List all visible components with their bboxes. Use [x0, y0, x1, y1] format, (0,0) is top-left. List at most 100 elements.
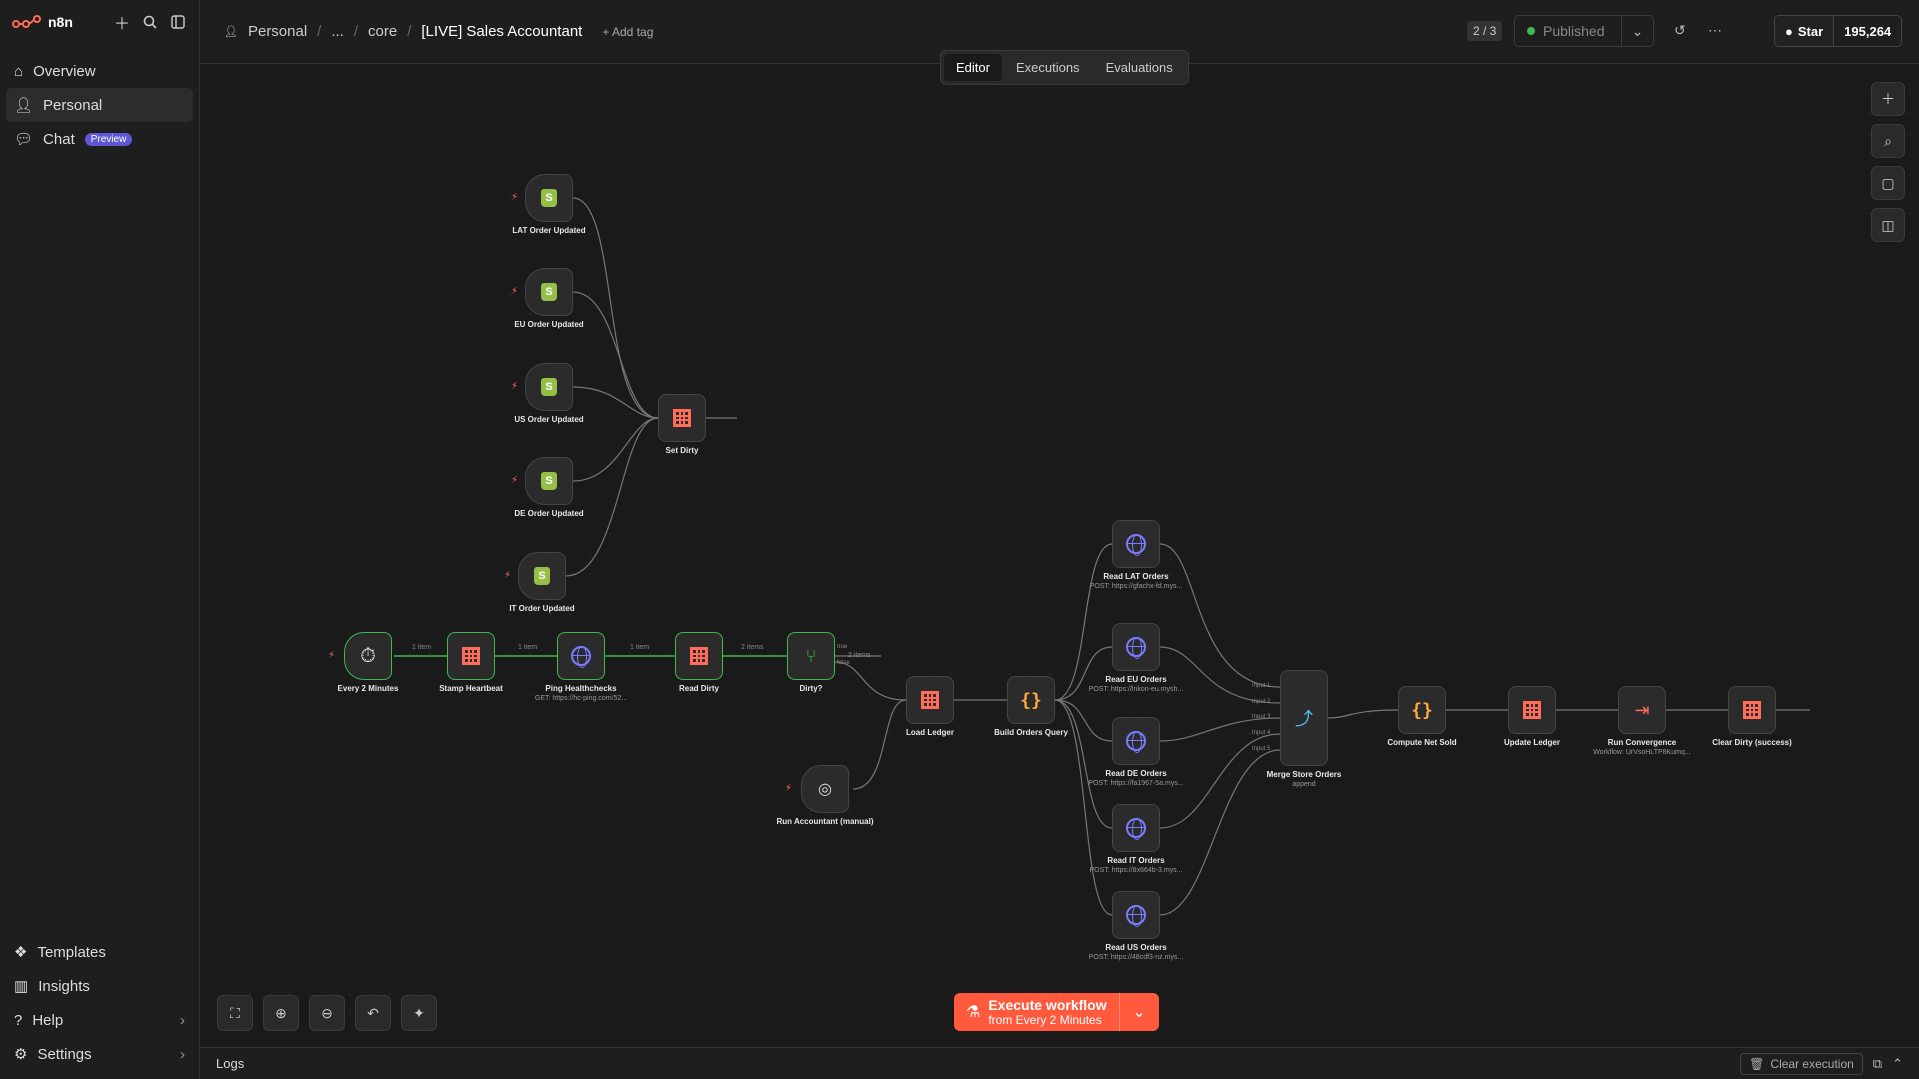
node-build-orders-query[interactable]: {}: [1007, 676, 1055, 724]
false-output-label: false: [837, 660, 850, 666]
node-subtitle: POST: https://48cdf3-nz.mys...: [1088, 954, 1184, 961]
chevron-down-icon[interactable]: ⌄: [1621, 16, 1653, 46]
sidebar-item-chat[interactable]: 💬︎ Chat Preview: [6, 122, 193, 156]
sidebar: n8n ＋ ⌂ Overview 👤︎ Personal 💬︎ Chat Pre…: [0, 0, 200, 1079]
zoom-out-icon: ⊖: [321, 1004, 333, 1021]
breadcrumb-core[interactable]: core: [368, 23, 397, 40]
tab-evaluations[interactable]: Evaluations: [1094, 54, 1185, 81]
node-read-it-orders[interactable]: [1112, 804, 1160, 852]
fit-view-button[interactable]: ⛶: [217, 995, 253, 1031]
node-compute-net-sold[interactable]: {}: [1398, 686, 1446, 734]
sheet-icon: [1743, 701, 1761, 719]
node-run-convergence[interactable]: ⇥: [1618, 686, 1666, 734]
logs-bar[interactable]: Logs 🗑︎ Clear execution ⧉ ⌃: [200, 1047, 1919, 1079]
node-read-de-orders[interactable]: [1112, 717, 1160, 765]
zoom-in-button[interactable]: ⊕: [263, 995, 299, 1031]
execute-workflow-button[interactable]: ⚗ Execute workflow from Every 2 Minutes …: [954, 993, 1159, 1031]
node-update-ledger[interactable]: [1508, 686, 1556, 734]
collapse-sidebar-icon[interactable]: [169, 13, 187, 31]
breadcrumb-ellipsis[interactable]: ...: [331, 23, 344, 40]
sidebar-item-settings[interactable]: ⚙ Settings ›: [6, 1037, 193, 1071]
clear-execution-button[interactable]: 🗑︎ Clear execution: [1740, 1052, 1863, 1075]
execute-label: Execute workflow: [988, 997, 1107, 1013]
workflow-canvas[interactable]: 1 item 1 item 1 item 2 items 2 items tru…: [200, 64, 1919, 1047]
node-merge-store-orders[interactable]: ⤴: [1280, 670, 1328, 766]
published-button[interactable]: Published ⌄: [1514, 15, 1654, 47]
node-subtitle: POST: https://gfachx-fd.mys...: [1089, 583, 1183, 590]
preview-badge: Preview: [84, 132, 133, 146]
sidebar-item-label: Settings: [37, 1045, 92, 1063]
tidy-up-button[interactable]: ✦: [401, 995, 437, 1031]
node-clear-dirty[interactable]: [1728, 686, 1776, 734]
node-dirty-if[interactable]: ⑂: [787, 632, 835, 680]
node-read-eu-orders[interactable]: [1112, 623, 1160, 671]
node-subtitle: POST: https://8x664b-3.mys...: [1089, 867, 1183, 874]
sidebar-header: n8n ＋: [0, 0, 199, 44]
node-read-lat-orders[interactable]: [1112, 520, 1160, 568]
sheet-icon: [462, 647, 480, 665]
node-label: DE Order Updated: [514, 509, 584, 518]
chevron-up-icon[interactable]: ⌃: [1892, 1056, 1903, 1072]
n8n-logo[interactable]: n8n: [12, 14, 103, 30]
zoom-out-button[interactable]: ⊖: [309, 995, 345, 1031]
trigger-bolt-icon: ⚡︎: [511, 192, 519, 203]
trigger-bolt-icon: ⚡︎: [504, 570, 512, 581]
node-eu-order-updated[interactable]: S: [525, 268, 573, 316]
node-us-order-updated[interactable]: S: [525, 363, 573, 411]
search-icon[interactable]: [141, 13, 159, 31]
add-node-button[interactable]: ＋: [1871, 82, 1905, 116]
add-tag-button[interactable]: + Add tag: [602, 25, 653, 39]
sidebar-item-overview[interactable]: ⌂ Overview: [6, 54, 193, 88]
node-it-order-updated[interactable]: S: [518, 552, 566, 600]
merge-input-label: Input 2: [1252, 699, 1271, 705]
sticky-note-button[interactable]: ▢: [1871, 166, 1905, 200]
logs-label: Logs: [216, 1056, 245, 1071]
node-label: IT Order Updated: [509, 604, 575, 613]
node-label: Set Dirty: [665, 446, 699, 455]
chevron-right-icon: ›: [180, 1045, 185, 1063]
undo-button[interactable]: ↶: [355, 995, 391, 1031]
more-icon[interactable]: ⋯: [1708, 22, 1722, 39]
trigger-bolt-icon: ⚡︎: [328, 650, 336, 661]
trigger-bolt-icon: ⚡︎: [511, 286, 519, 297]
sidebar-item-label: Personal: [43, 96, 103, 114]
search-nodes-button[interactable]: ⌕: [1871, 124, 1905, 158]
node-de-order-updated[interactable]: S: [525, 457, 573, 505]
sidebar-item-help[interactable]: ? Help ›: [6, 1003, 193, 1037]
gear-icon: ⚙: [14, 1046, 28, 1063]
tab-editor[interactable]: Editor: [944, 54, 1002, 81]
code-icon: {}: [1411, 699, 1433, 721]
tab-executions[interactable]: Executions: [1004, 54, 1092, 81]
sidebar-item-label: Overview: [33, 62, 96, 80]
published-label: Published: [1543, 23, 1605, 39]
chevron-down-icon[interactable]: ⌄: [1118, 993, 1159, 1031]
panel-toggle-button[interactable]: ◫: [1871, 208, 1905, 242]
trigger-bolt-icon: ⚡︎: [511, 475, 519, 486]
node-lat-order-updated[interactable]: S: [525, 174, 573, 222]
sidebar-item-templates[interactable]: ❖ Templates: [6, 935, 193, 969]
node-every-2-minutes[interactable]: ⏱︎: [344, 632, 392, 680]
user-icon: 👤︎: [14, 97, 34, 114]
sidebar-item-insights[interactable]: ▥ Insights: [6, 969, 193, 1003]
github-star-button[interactable]: ● Star 195,264: [1774, 15, 1903, 47]
history-icon[interactable]: ↺: [1674, 22, 1686, 39]
node-set-dirty[interactable]: [658, 394, 706, 442]
node-stamp-heartbeat[interactable]: [447, 632, 495, 680]
node-ping-healthchecks[interactable]: [557, 632, 605, 680]
node-read-us-orders[interactable]: [1112, 891, 1160, 939]
home-icon: ⌂: [14, 62, 24, 80]
workflow-title[interactable]: [LIVE] Sales Accountant: [421, 23, 582, 40]
node-read-dirty[interactable]: [675, 632, 723, 680]
breadcrumb-personal[interactable]: Personal: [248, 23, 307, 40]
popout-icon[interactable]: ⧉: [1873, 1056, 1882, 1072]
search-icon: ⌕: [1884, 132, 1892, 149]
trash-icon: 🗑︎: [1749, 1056, 1765, 1071]
merge-input-label: Input 1: [1252, 683, 1271, 689]
merge-icon: ⤴: [1295, 709, 1313, 729]
node-run-accountant-manual[interactable]: ◎: [801, 765, 849, 813]
plus-icon[interactable]: ＋: [113, 13, 131, 33]
node-label: Merge Store Orders: [1266, 770, 1342, 779]
node-load-ledger[interactable]: [906, 676, 954, 724]
templates-icon: ❖: [14, 944, 28, 961]
sidebar-item-personal[interactable]: 👤︎ Personal: [6, 88, 193, 122]
